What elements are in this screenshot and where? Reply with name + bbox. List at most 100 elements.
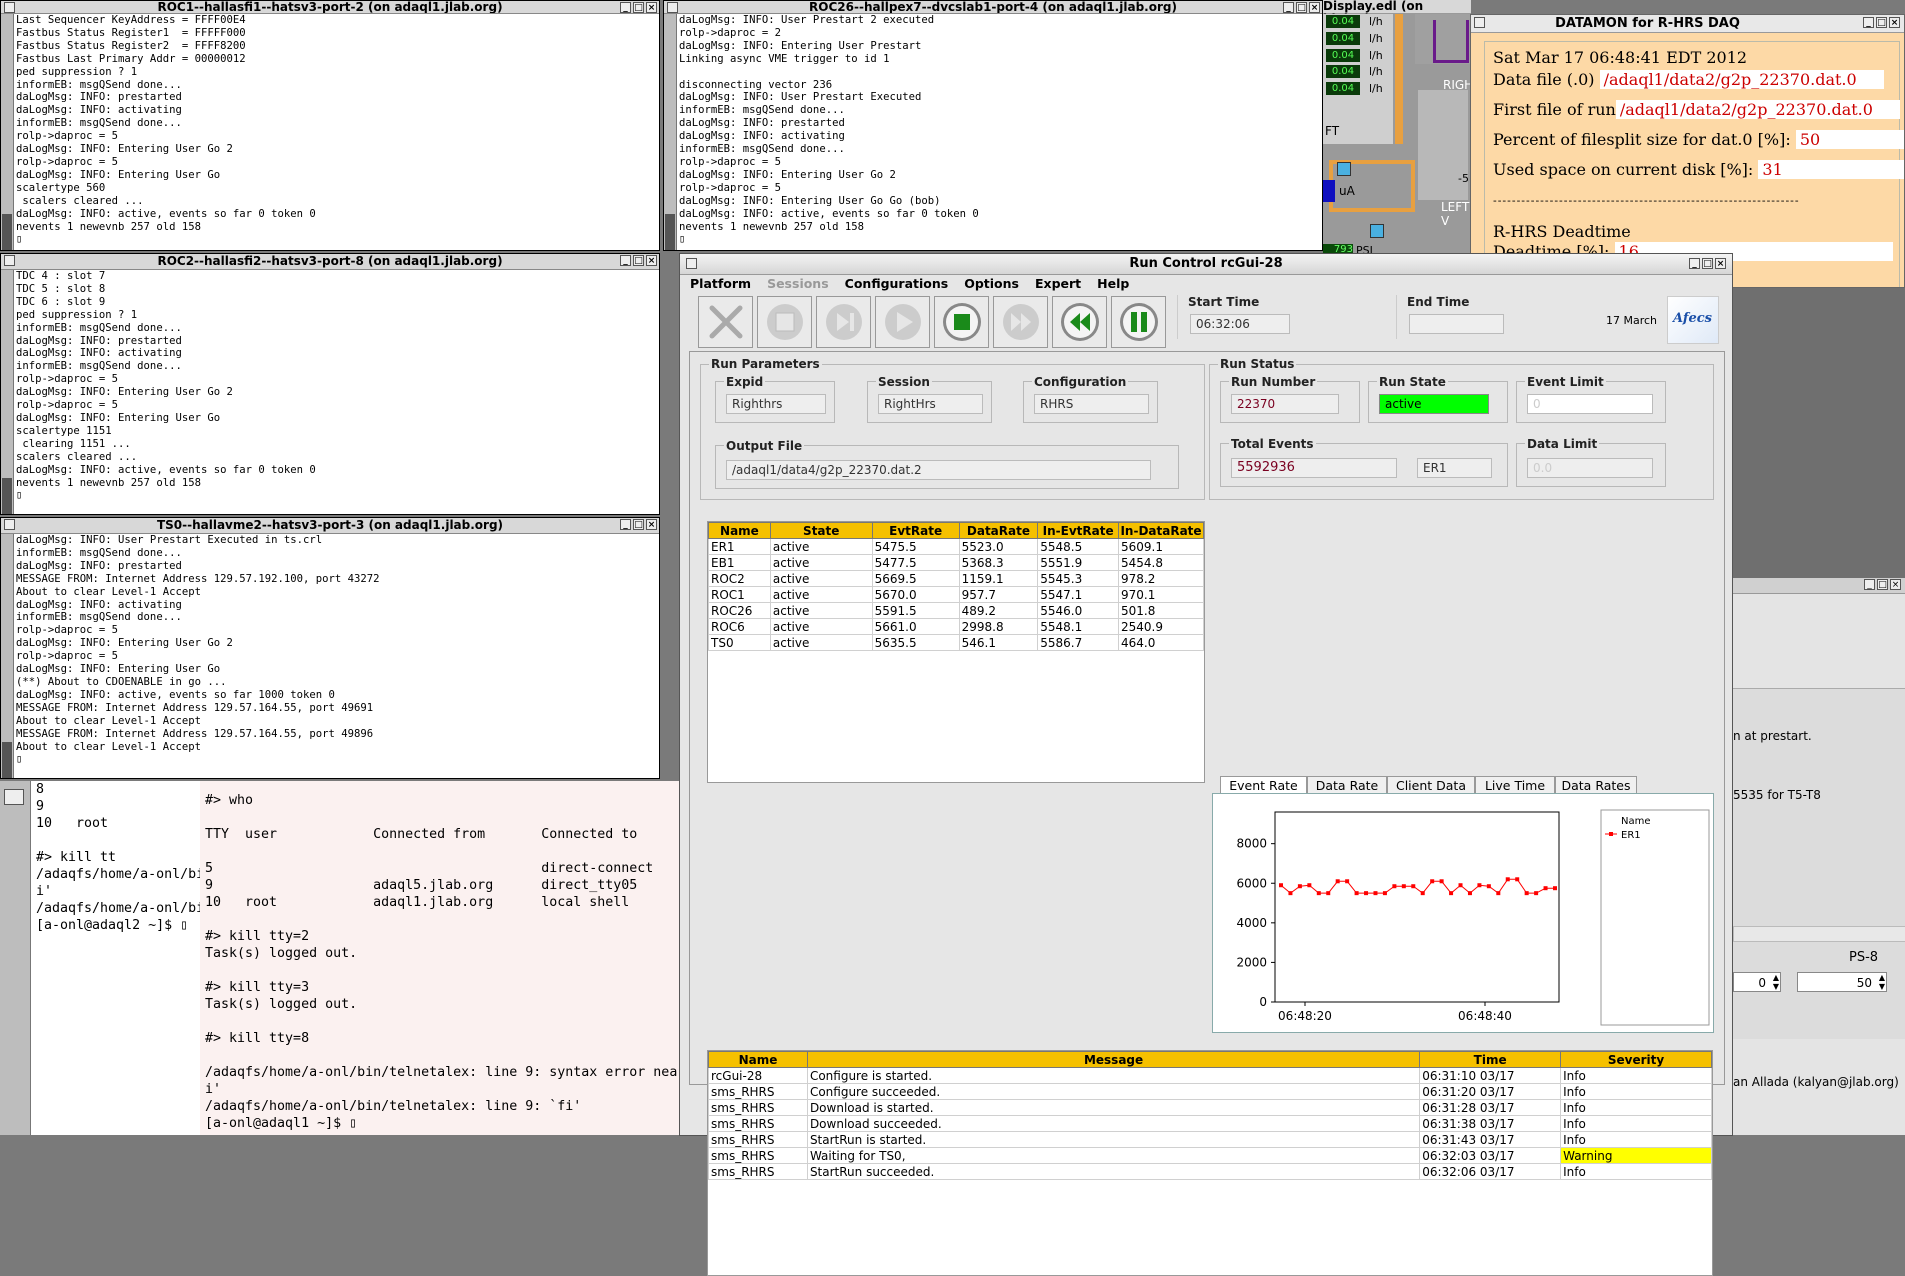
component-row[interactable]: ROC1 active 5670.0 957.7 5547.1 970.1 xyxy=(708,586,1204,603)
configure-button[interactable] xyxy=(757,296,812,348)
terminal-line: informEB: msgQSend done... xyxy=(679,143,845,156)
maximize-icon[interactable]: □ xyxy=(1702,258,1713,269)
terminal-small[interactable]: 8 9 10 root #> kill tt /adaqfs/home/a-on… xyxy=(0,781,204,1135)
terminal-roc2[interactable]: ROC2--hallasfi2--hatsv3-port-8 (on adaql… xyxy=(0,253,660,515)
component-row[interactable]: ROC2 active 5669.5 1159.1 5545.3 978.2 xyxy=(708,570,1204,587)
tab-data-rates[interactable]: Data Rates xyxy=(1555,776,1637,794)
connect-button[interactable] xyxy=(698,296,753,348)
minimize-icon[interactable]: _ xyxy=(1863,17,1874,28)
edl-icon[interactable] xyxy=(1370,224,1384,238)
terminal-ts0[interactable]: TS0--hallavme2--hatsv3-port-3 (on adaql1… xyxy=(0,517,660,779)
column-header[interactable]: DataRate xyxy=(958,522,1039,539)
minimize-icon[interactable]: _ xyxy=(620,255,631,266)
message-row[interactable]: sms_RHRS Download is started. 06:31:28 03/… xyxy=(708,1099,1712,1116)
close-icon[interactable]: × xyxy=(646,255,657,266)
column-header[interactable]: In-EvtRate xyxy=(1037,522,1120,539)
minimize-icon[interactable]: _ xyxy=(1283,2,1294,13)
tab-data-rate[interactable]: Data Rate xyxy=(1307,776,1387,794)
maximize-icon[interactable]: □ xyxy=(633,2,644,13)
column-header[interactable]: EvtRate xyxy=(871,522,960,539)
spinner-2[interactable]: 50 ▲ ▼ xyxy=(1797,972,1887,992)
close-icon[interactable]: × xyxy=(1715,258,1726,269)
scrollbar[interactable] xyxy=(1,14,14,250)
tab-client-data[interactable]: Client Data xyxy=(1387,776,1475,794)
download-button[interactable] xyxy=(816,296,871,348)
message-row[interactable]: sms_RHRS Configure succeeded. 06:31:20 03/… xyxy=(708,1083,1712,1100)
menu-platform[interactable]: Platform xyxy=(690,275,751,293)
column-header[interactable]: Time xyxy=(1419,1051,1562,1068)
column-header[interactable]: Name xyxy=(708,1051,808,1068)
close-icon[interactable]: × xyxy=(1889,17,1900,28)
column-header[interactable]: State xyxy=(769,522,873,539)
menu-help[interactable]: Help xyxy=(1097,275,1129,293)
terminal-line: disconnecting vector 236 xyxy=(679,78,833,91)
datamon-window[interactable]: DATAMON for R-HRS DAQ _ □ × Sat Mar 17 06:… xyxy=(1470,14,1905,288)
terminal-line: #> who xyxy=(205,793,254,808)
spinner-arrows-icon[interactable]: ▲ ▼ xyxy=(1879,973,1885,991)
maximize-icon[interactable]: □ xyxy=(633,519,644,530)
scrollbar[interactable] xyxy=(1,270,14,514)
close-icon[interactable]: × xyxy=(1890,579,1901,590)
edl-icon[interactable] xyxy=(1337,162,1351,176)
column-header[interactable]: Name xyxy=(708,522,771,539)
maximize-icon[interactable]: □ xyxy=(1877,579,1888,590)
table-cell: Configure succeeded. xyxy=(806,1083,1421,1100)
component-row[interactable]: ROC6 active 5661.0 2998.8 5548.1 2540.9 xyxy=(708,618,1204,635)
maximize-icon[interactable]: □ xyxy=(633,255,644,266)
message-row[interactable]: sms_RHRS StartRun is started. 06:31:43 03/… xyxy=(708,1131,1712,1148)
maximize-icon[interactable]: □ xyxy=(1876,17,1887,28)
go-button[interactable] xyxy=(934,296,989,348)
window-menu-icon[interactable] xyxy=(4,255,15,266)
pause-button[interactable] xyxy=(1111,296,1166,348)
terminal-roc1[interactable]: ROC1--hallasfi1--hatsv3-port-2 (on adaql… xyxy=(0,0,660,251)
minimize-icon[interactable]: _ xyxy=(1864,579,1875,590)
end-button[interactable] xyxy=(993,296,1048,348)
run-control-window[interactable]: Run Control rcGui-28 _ □ × Platform Sessio… xyxy=(679,253,1733,1276)
minimize-icon[interactable]: _ xyxy=(620,519,631,530)
component-row[interactable]: ER1 active 5475.5 5523.0 5548.5 5609.1 xyxy=(708,538,1204,555)
close-icon[interactable]: × xyxy=(646,2,657,13)
scrollbar[interactable] xyxy=(1,534,14,778)
background-window[interactable]: _ □ × n at prestart. 5535 for T5-T8 PS-8 0… xyxy=(1733,578,1905,1135)
edl-window[interactable]: Display.edl (on hlal00) 0.04 l/h 0.04 l/h 0.… xyxy=(1323,0,1471,253)
menu-expert[interactable]: Expert xyxy=(1035,275,1081,293)
terminal-line: informEB: msgQSend done... xyxy=(16,611,182,624)
flow-rate-value: 0.04 xyxy=(1326,65,1360,79)
message-row[interactable]: sms_RHRS StartRun succeeded. 06:32:06 03/1… xyxy=(708,1163,1712,1180)
reset-button[interactable] xyxy=(1052,296,1107,348)
message-row[interactable]: sms_RHRS Download succeeded. 06:31:38 03/1… xyxy=(708,1115,1712,1132)
tab-live-time[interactable]: Live Time xyxy=(1475,776,1555,794)
message-row[interactable]: sms_RHRS Waiting for TS0, 06:32:03 03/17 Wa… xyxy=(708,1147,1712,1164)
close-icon[interactable]: × xyxy=(646,519,657,530)
window-menu-icon[interactable] xyxy=(667,2,678,13)
terminal-shell[interactable]: #> who TTY user Connected from Connected… xyxy=(200,781,680,1135)
column-header[interactable]: Severity xyxy=(1560,1051,1712,1068)
close-icon[interactable]: × xyxy=(1309,2,1320,13)
menu-configurations[interactable]: Configurations xyxy=(845,275,949,293)
java-icon[interactable] xyxy=(686,258,697,269)
spinner-arrows-icon[interactable]: ▲ ▼ xyxy=(1773,973,1779,991)
menu-sessions[interactable]: Sessions xyxy=(767,275,829,293)
component-row[interactable]: ROC26 active 5591.5 489.2 5546.0 501.8 xyxy=(708,602,1204,619)
event-limit-field[interactable]: 0 xyxy=(1527,394,1653,414)
minimize-icon[interactable]: _ xyxy=(1689,258,1700,269)
tab-event-rate[interactable]: Event Rate xyxy=(1220,776,1307,794)
data-limit-field[interactable]: 0.0 xyxy=(1527,458,1653,478)
spinner-1[interactable]: 0 ▲ ▼ xyxy=(1733,972,1781,992)
prestart-button[interactable] xyxy=(875,296,930,348)
window-menu-icon[interactable] xyxy=(4,2,15,13)
menu-options[interactable]: Options xyxy=(964,275,1019,293)
column-header[interactable]: In-DataRate xyxy=(1118,522,1204,539)
scrollbar[interactable] xyxy=(0,781,31,1135)
run-control-titlebar: Run Control rcGui-28 _ □ × xyxy=(680,254,1732,275)
terminal-roc26[interactable]: ROC26--hallpex7--dvcslab1-port-4 (on ada… xyxy=(663,0,1323,251)
component-row[interactable]: EB1 active 5477.5 5368.3 5551.9 5454.8 xyxy=(708,554,1204,571)
column-header[interactable]: Message xyxy=(806,1051,1421,1068)
maximize-icon[interactable]: □ xyxy=(1296,2,1307,13)
component-row[interactable]: TS0 active 5635.5 546.1 5586.7 464.0 xyxy=(708,634,1204,651)
minimize-icon[interactable]: _ xyxy=(620,2,631,13)
terminal-line: daLogMsg: INFO: activating xyxy=(16,598,182,611)
window-menu-icon[interactable] xyxy=(4,519,15,530)
scrollbar[interactable] xyxy=(664,14,677,250)
message-row[interactable]: rcGui-28 Configure is started. 06:31:10 03… xyxy=(708,1067,1712,1084)
